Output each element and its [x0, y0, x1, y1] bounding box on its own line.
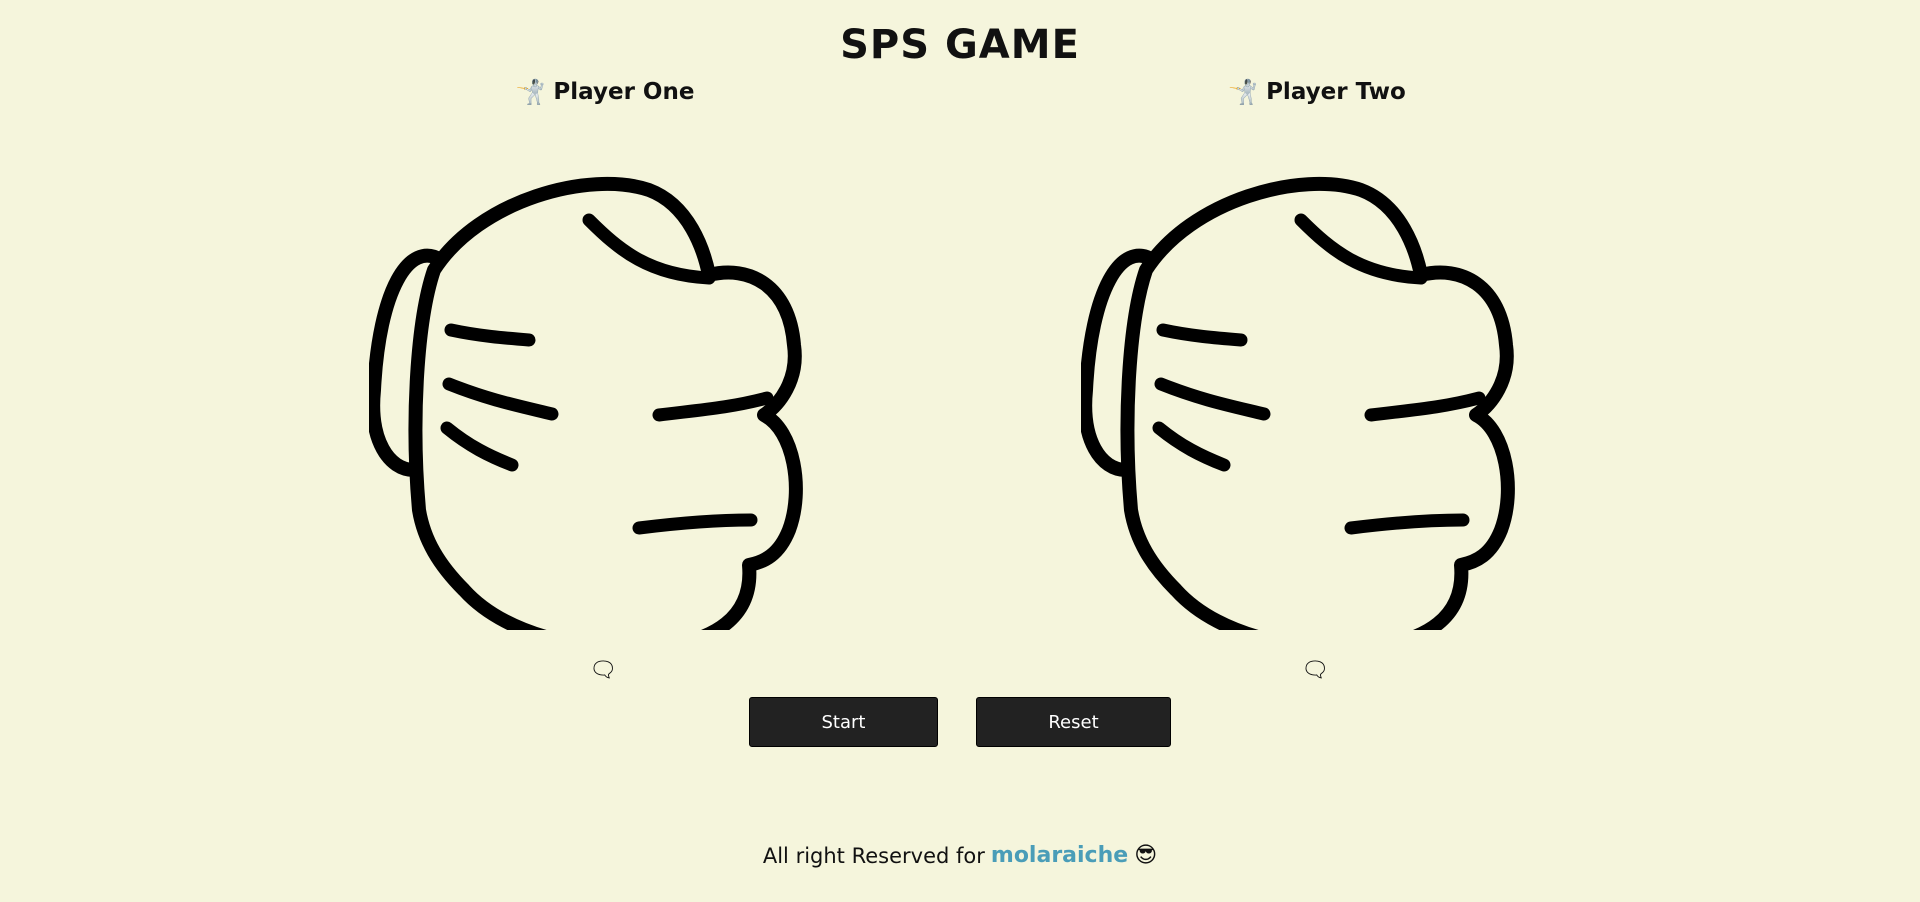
reset-button[interactable]: Reset — [976, 697, 1171, 747]
player-one-heading: 🤺 Player One — [325, 78, 885, 106]
footer: All right Reserved for molaraiche 😎 — [0, 843, 1920, 868]
sunglasses-emoji-icon: 😎 — [1134, 843, 1158, 868]
fencer-icon: 🤺 — [515, 78, 546, 106]
player-two-name: Player Two — [1266, 79, 1406, 105]
player-two-heading: 🤺 Player Two — [1037, 78, 1597, 106]
rock-fist-icon — [369, 177, 803, 630]
speech-bubble-icon: 🗨 — [589, 658, 617, 683]
footer-text: All right Reserved for — [762, 843, 985, 868]
page-title: SPS GAME — [840, 22, 1080, 68]
fencer-icon: 🤺 — [1228, 78, 1259, 106]
start-button[interactable]: Start — [749, 697, 938, 747]
author-link[interactable]: molaraiche — [991, 843, 1128, 868]
speech-bubble-icon: 🗨 — [1301, 658, 1329, 683]
rock-fist-icon — [1081, 177, 1515, 630]
game-page: SPS GAME 🤺 Player One 🗨 🤺 Player Two 🗨 S… — [0, 0, 1920, 902]
player-one-name: Player One — [553, 79, 695, 105]
